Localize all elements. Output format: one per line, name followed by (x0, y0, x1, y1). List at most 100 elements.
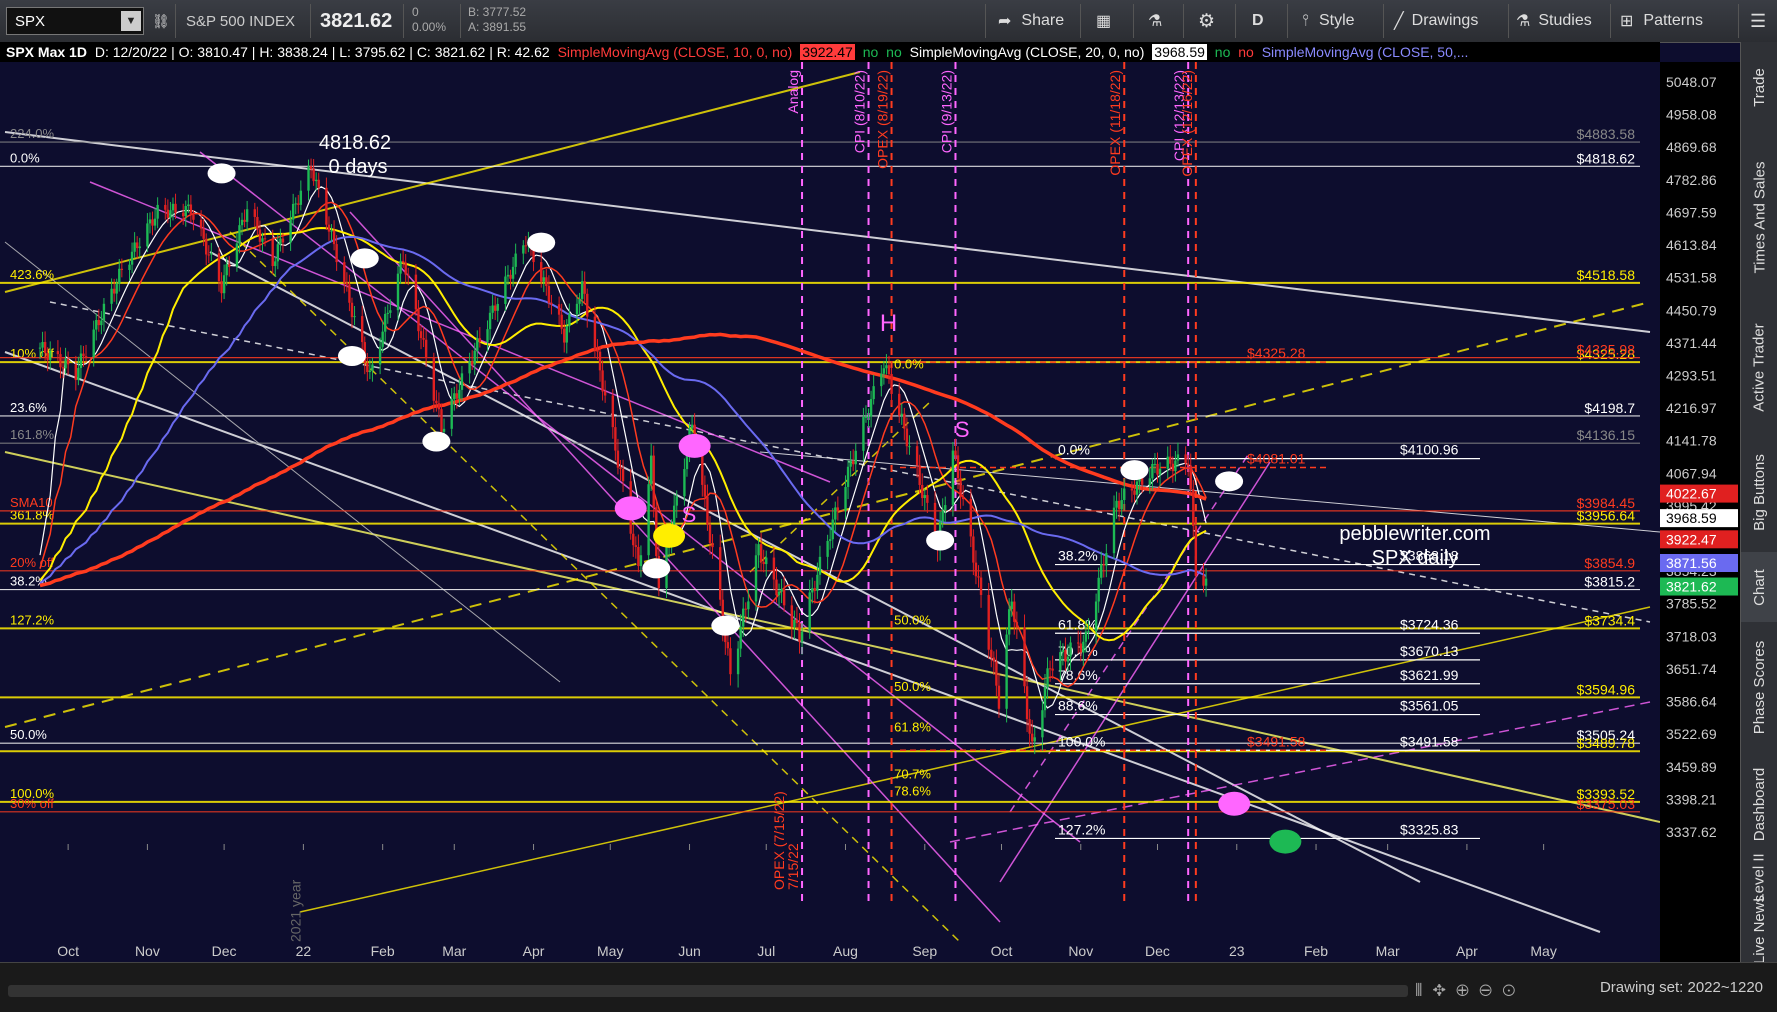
candle-body (1130, 488, 1134, 491)
zoom-controls[interactable]: ⦀✥⊕⊖⊙ (1415, 981, 1525, 1001)
candle-body (1151, 463, 1154, 479)
candle-body (603, 391, 607, 396)
candle-body (675, 496, 678, 506)
flask-icon[interactable]: ⚗ (1148, 0, 1162, 42)
share-button[interactable]: ➦ Share (998, 0, 1064, 42)
candle-body (307, 166, 310, 191)
mid-level-label-6: $3491.58 (1400, 733, 1459, 749)
candle-body (46, 353, 49, 360)
price-chart[interactable]: $4818.62 0.0% $4883.58 224.0% $4518.58 423.6%… (0, 62, 1661, 962)
menu-icon[interactable]: ☰ (1750, 0, 1766, 42)
tab-chart[interactable]: Chart (1741, 552, 1777, 622)
tab-big-buttons[interactable]: Big Buttons (1741, 432, 1777, 552)
studies-button[interactable]: ⚗ Studies (1516, 0, 1592, 42)
price-axis[interactable]: 5048.07 4958.08 4869.68 4782.86 4697.59 4613.… (1660, 62, 1740, 962)
sma10-label[interactable]: SimpleMovingAvg (CLOSE, 10, 0, no) (558, 44, 793, 60)
tab-dashboard[interactable]: Dashboard (1741, 752, 1777, 857)
candle-body (885, 365, 888, 369)
style-icon: ⫯ (1302, 12, 1309, 29)
drawings-button[interactable]: ╱ Drawings (1394, 0, 1478, 42)
grip-icon[interactable]: ⦀ (1415, 981, 1432, 1000)
candle-body (49, 351, 52, 360)
candle-body (1077, 642, 1080, 644)
pattern-label-s1: S (682, 502, 697, 527)
sma20-label[interactable]: SimpleMovingAvg (CLOSE, 20, 0, no) (910, 44, 1145, 60)
tab-trade[interactable]: Trade (1741, 42, 1777, 132)
candle-body (199, 219, 203, 229)
trendline-9 (199, 151, 1081, 843)
mid-level-label-2: $3724.36 (1400, 616, 1459, 632)
candle-body (396, 273, 400, 311)
candle-body (504, 276, 507, 304)
tab-live-news[interactable]: Live News (1741, 895, 1777, 964)
candle-body (404, 262, 407, 275)
tab-level-ii[interactable]: Level II (1741, 853, 1777, 901)
candle-body (905, 428, 909, 447)
candle-body (1202, 575, 1205, 586)
zoom-out-icon[interactable]: ⊖ (1479, 981, 1502, 1000)
candle-body (708, 524, 712, 543)
candle-body (583, 281, 586, 294)
candle-body (1013, 601, 1016, 622)
candle-body (798, 623, 801, 642)
y-tick-label-21: 3459.89 (1666, 759, 1717, 775)
candle-body (772, 557, 776, 580)
candle-body (844, 486, 847, 512)
candle-body (407, 274, 410, 276)
mid-level-label-0: $4100.96 (1400, 442, 1459, 458)
chart-scrollbar[interactable] (8, 985, 1408, 997)
x-tick-label-4: Feb (371, 943, 395, 959)
candle-body (1204, 578, 1208, 586)
tab-times-and-sales[interactable]: Times And Sales (1741, 132, 1777, 302)
candle-body (202, 228, 205, 239)
grid-icon[interactable]: ▦ (1096, 0, 1111, 42)
zoom-in-icon[interactable]: ⊕ (1456, 981, 1479, 1000)
candle-body (238, 225, 241, 244)
candle-body (353, 316, 356, 318)
change-value: 0 (412, 5, 419, 19)
link-icon[interactable]: ⛓ (152, 0, 170, 42)
tab-active-trader[interactable]: Active Trader (1741, 302, 1777, 432)
candle-body (780, 588, 783, 592)
chart-canvas[interactable]: $4818.62 0.0% $4883.58 224.0% $4518.58 423.6%… (0, 62, 1661, 962)
candle-body (987, 594, 990, 650)
mid-level-label-4: $3621.99 (1400, 667, 1459, 683)
candle-body (84, 356, 88, 358)
color-marker-3 (1269, 829, 1302, 854)
patterns-button[interactable]: ⊞ Patterns (1620, 0, 1703, 42)
candle-body (350, 302, 354, 318)
mid-fib-label-0: 0.0% (1058, 442, 1090, 458)
candle-body (276, 244, 280, 262)
level-label-13: $3489.78 (1577, 735, 1636, 751)
level-label-8: $3854.9 (1584, 555, 1635, 571)
y-tick-label-9: 4293.51 (1666, 367, 1717, 383)
symbol-input[interactable]: SPX ▼ (6, 7, 144, 35)
candle-body (437, 403, 441, 410)
candle-body (332, 230, 336, 245)
candle-body (834, 507, 837, 520)
gear-icon[interactable]: ⚙ (1198, 0, 1215, 42)
candle-body (205, 238, 208, 255)
chevron-down-icon[interactable]: ▼ (121, 11, 141, 31)
zoom-reset-icon[interactable]: ⊙ (1502, 981, 1525, 1000)
candle-body (493, 305, 497, 311)
y-tick-label-22: 3398.21 (1666, 791, 1717, 807)
red-level-label-1: $4081.01 (1247, 450, 1306, 466)
sma50-label[interactable]: SimpleMovingAvg (CLOSE, 50,... (1262, 44, 1469, 60)
candle-body (586, 293, 589, 317)
style-button[interactable]: ⫯ Style (1302, 0, 1355, 42)
pattern-label-h: H (880, 310, 897, 337)
candle-body (1059, 652, 1062, 671)
candle-body (1166, 456, 1169, 469)
candle-body (478, 338, 482, 342)
x-tick-label-1: Nov (135, 943, 160, 959)
fib-left-label-3: 78.6% (894, 784, 931, 799)
pan-icon[interactable]: ✥ (1432, 981, 1455, 1000)
candle-body (1066, 656, 1070, 662)
candle-body (652, 455, 655, 508)
candle-body (1117, 500, 1121, 510)
tab-phase-scores[interactable]: Phase Scores (1741, 622, 1777, 752)
period-button[interactable]: D (1252, 0, 1264, 42)
color-marker-4 (653, 523, 686, 548)
y-tick-label-17: 3718.03 (1666, 628, 1717, 644)
